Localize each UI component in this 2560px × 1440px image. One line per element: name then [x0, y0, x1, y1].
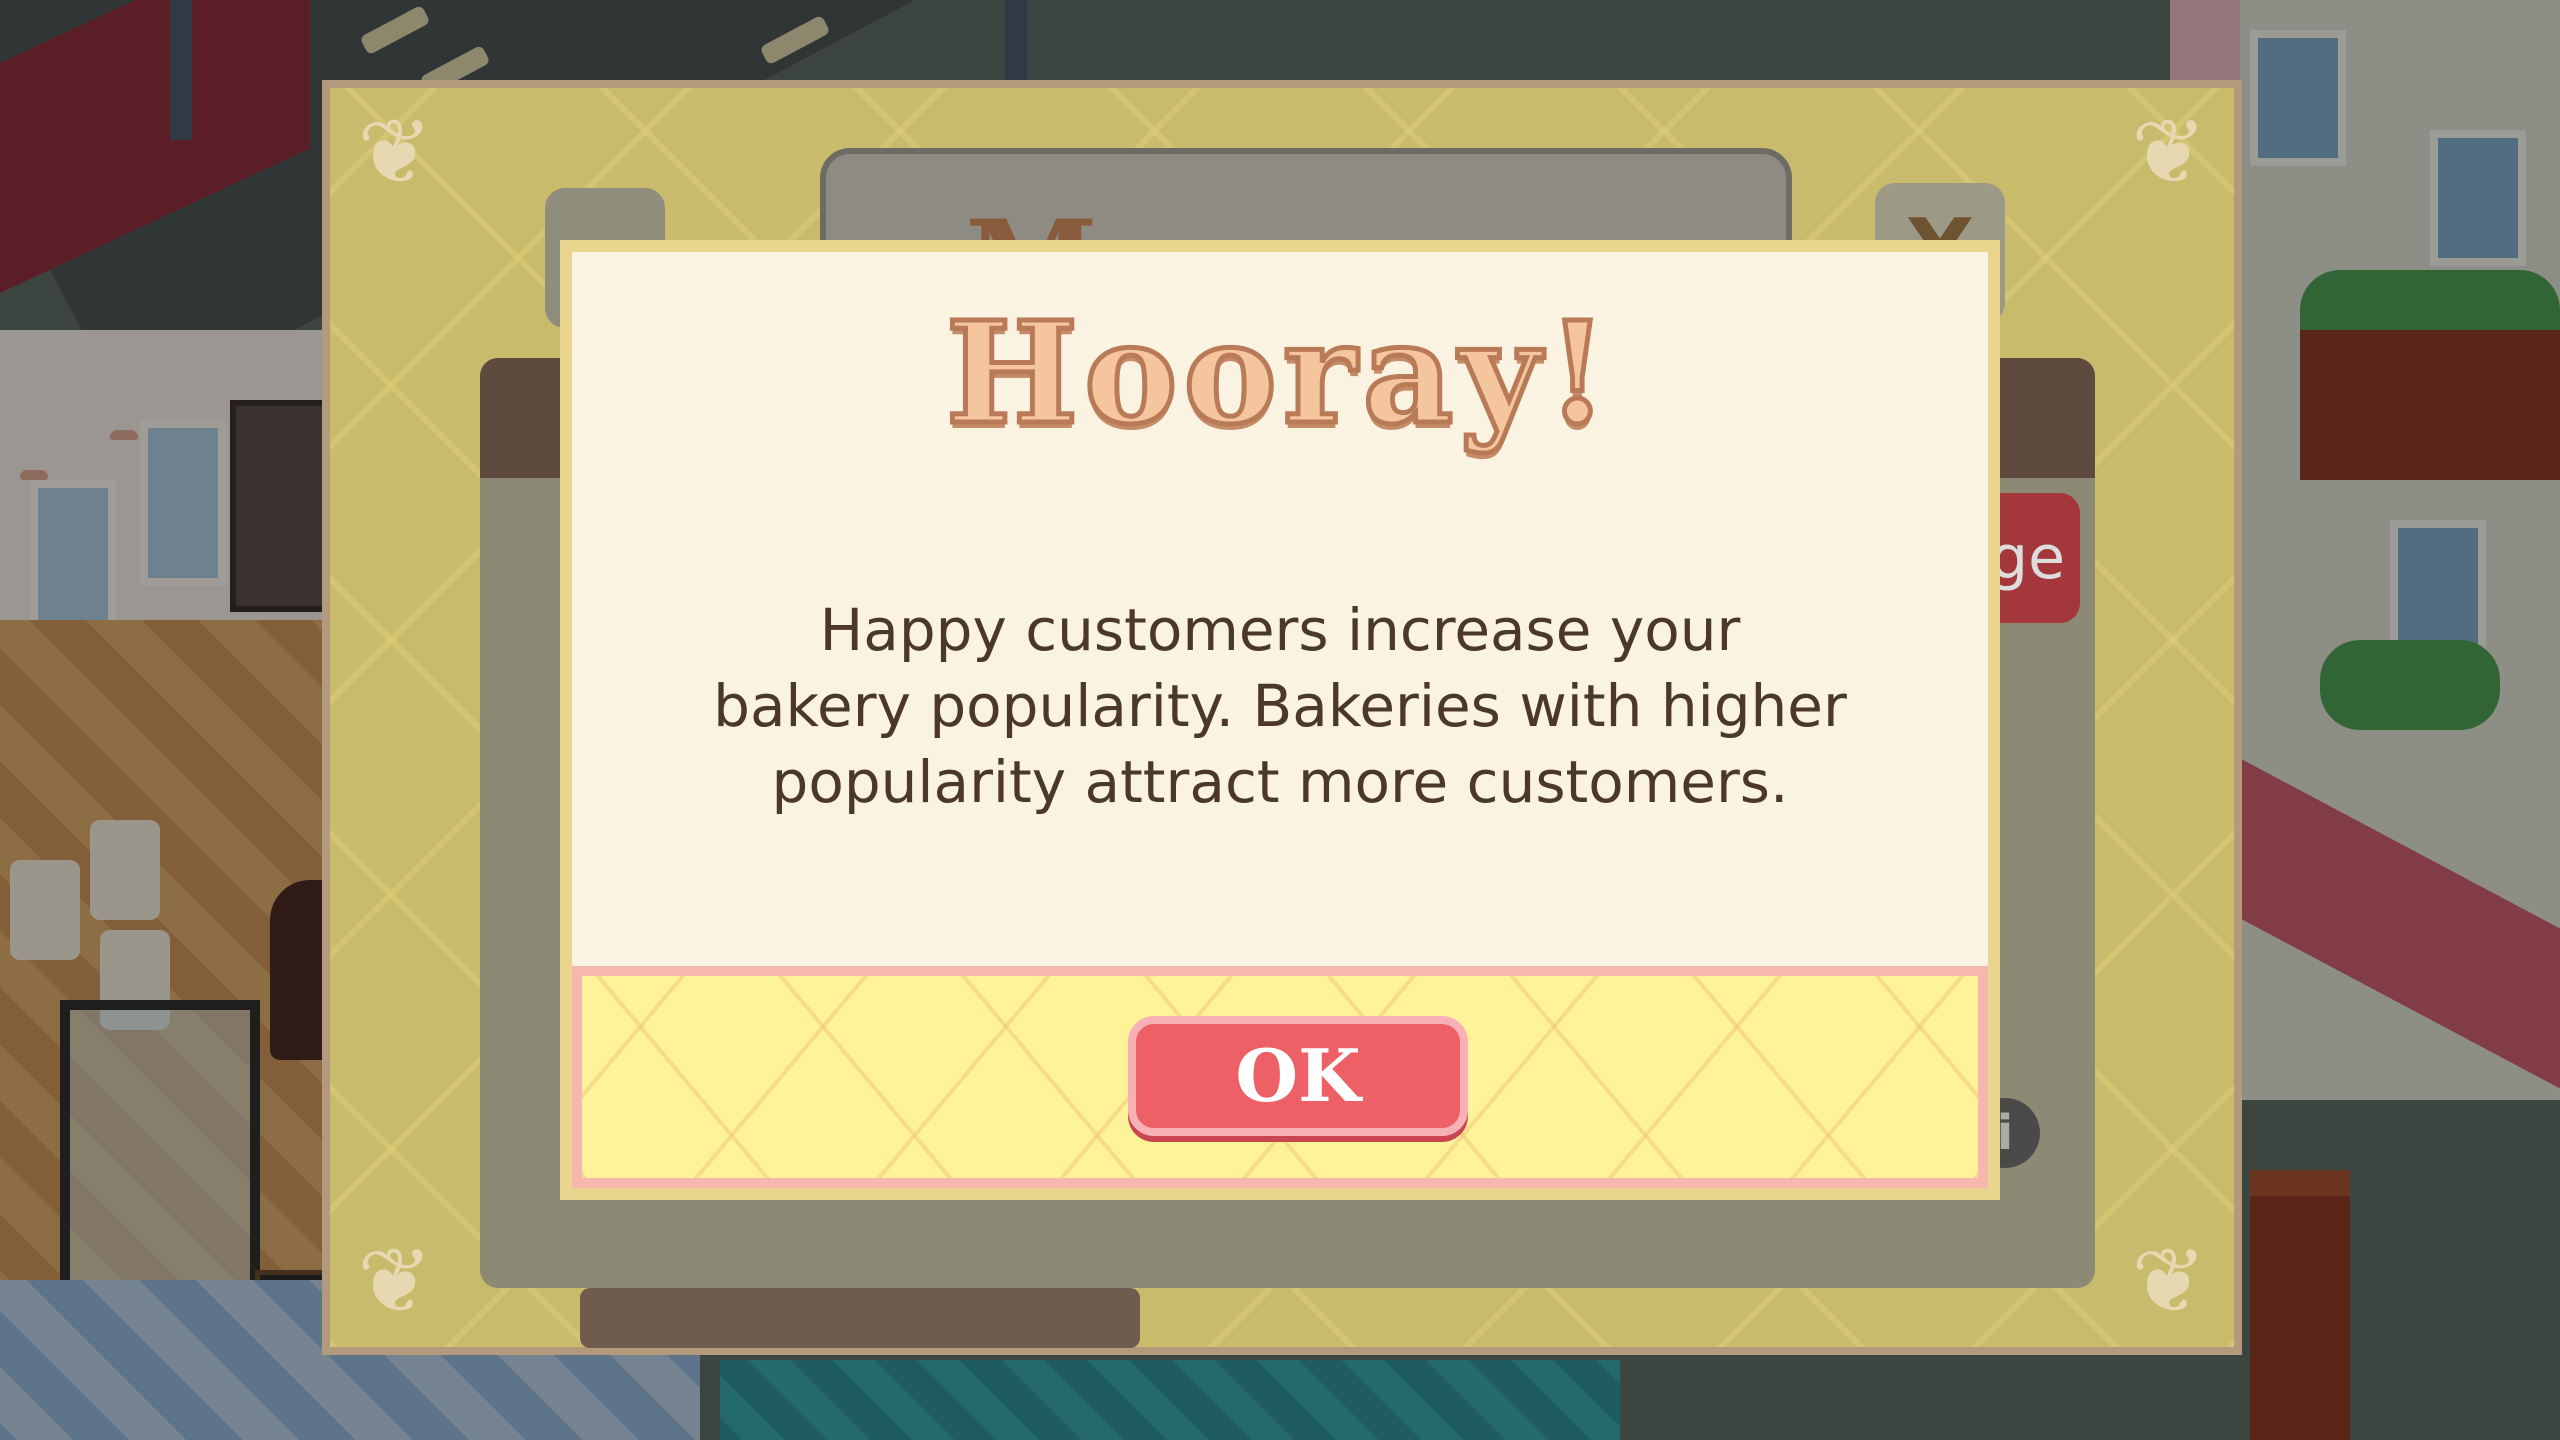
message-item: [580, 1288, 1140, 1348]
ok-button[interactable]: OK: [1128, 1016, 1468, 1136]
corner-ornament-icon: ❦: [357, 100, 433, 205]
dialog-message-line: Happy customers increase your: [819, 596, 1741, 664]
corner-ornament-icon: ❦: [2131, 100, 2207, 205]
dialog-message-line: bakery popularity. Bakeries with higher: [713, 672, 1847, 740]
dialog-message-line: popularity attract more customers.: [771, 748, 1789, 816]
corner-ornament-icon: ❦: [2131, 1229, 2207, 1334]
dialog-title: Hooray!: [943, 290, 1615, 459]
corner-ornament-icon: ❦: [357, 1229, 433, 1334]
hooray-dialog: Hooray! Happy customers increase your ba…: [560, 240, 2000, 1200]
dialog-message: Happy customers increase your bakery pop…: [692, 592, 1868, 820]
dialog-footer: OK: [572, 966, 1988, 1188]
